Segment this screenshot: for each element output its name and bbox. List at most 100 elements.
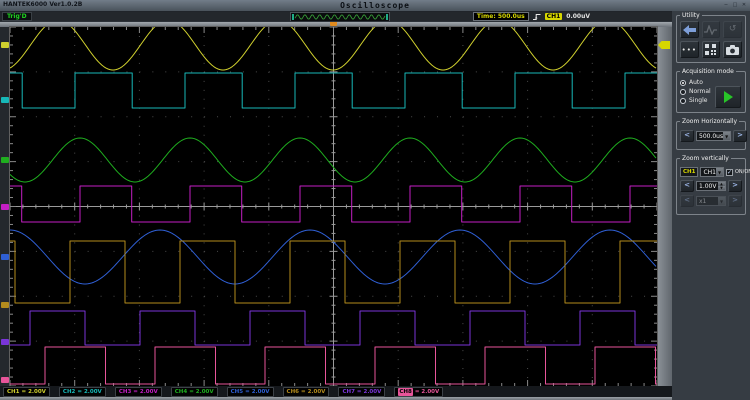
volts-spinner[interactable]: 1.00V ▲▼ (696, 181, 726, 191)
radio-label: Auto (689, 79, 703, 86)
channel-readout: 2.00V (28, 388, 46, 396)
channel-readout: = (77, 388, 82, 396)
channel-readout: CH4 (175, 388, 187, 396)
channel-onoff-label: ON/OFF (735, 169, 750, 175)
timebase-decrease-button[interactable]: < (680, 130, 694, 142)
zoom-vertical-label: Zoom vertically (680, 155, 731, 162)
timebase-value: 500.0us (697, 133, 723, 140)
channel-readout: = (245, 388, 250, 396)
channel-readout: = (133, 388, 138, 396)
undo-button[interactable]: ↺ (723, 21, 742, 38)
acquisition-group-label: Acquisition mode (680, 68, 736, 75)
radio-normal[interactable]: Normal (680, 88, 714, 95)
trigger-level-marker[interactable] (658, 41, 670, 49)
channel-readout: 2.00V (364, 388, 382, 396)
back-arrow-icon (683, 25, 696, 35)
probe-decrease-button[interactable]: < (680, 195, 694, 207)
channel-select[interactable]: CH1 ▼ (700, 167, 724, 177)
channel-readout: CH6 (287, 388, 299, 396)
trigger-source-badge[interactable]: CH1 (545, 13, 563, 20)
channel-badge-ch8[interactable]: CH8=2.00V (394, 387, 443, 397)
maximize-icon[interactable]: □ (732, 2, 738, 8)
ch7-ground-marker[interactable] (1, 339, 9, 345)
channel-badge-ch5[interactable]: CH5=2.00V (227, 387, 274, 397)
channel-readout: CH2 (63, 388, 75, 396)
channel-readout: 2.00V (421, 388, 439, 396)
channel-readout: = (357, 388, 362, 396)
channel-readout: = (21, 388, 26, 396)
trigger-level-readout: 0.00uV (566, 13, 590, 20)
channel-badge-ch7[interactable]: CH7=2.00V (338, 387, 385, 397)
zoom-vertical-group: Zoom vertically CH1 CH1 ▼ ✓ ON/OFF < 1.0… (676, 158, 746, 215)
zoom-horizontal-label: Zoom Horizontally (680, 118, 739, 125)
channel-status-bar: CH1=2.00VCH2=2.00VCH3=2.00VCH4=2.00VCH5=… (0, 386, 672, 397)
channel-badge-ch4[interactable]: CH4=2.00V (171, 387, 218, 397)
utility-group-label: Utility (680, 12, 702, 19)
trigger-status: Trig'D (2, 12, 32, 21)
qrcode-icon (705, 44, 716, 55)
waveform-button[interactable] (702, 21, 721, 38)
volts-decrease-button[interactable]: < (680, 180, 694, 192)
channel-readout: 2.00V (84, 388, 102, 396)
ch5-ground-marker[interactable] (1, 254, 9, 260)
acquisition-group: Acquisition mode Auto Normal Single (676, 71, 746, 113)
run-stop-button[interactable] (715, 86, 741, 108)
undo-icon: ↺ (729, 25, 737, 34)
channel-readout: CH3 (119, 388, 131, 396)
ch1-ground-marker[interactable] (1, 42, 9, 48)
waveform-icon (704, 25, 717, 35)
channel-readout: = (415, 388, 420, 396)
radio-icon (680, 98, 686, 104)
radio-icon (680, 89, 686, 95)
radio-single[interactable]: Single (680, 97, 714, 104)
channel-select-value: CH1 (701, 169, 716, 176)
close-icon[interactable]: ✕ (741, 2, 747, 8)
timebase-select[interactable]: 500.0us ▼ (696, 131, 731, 141)
channel-badge-ch3[interactable]: CH3=2.00V (115, 387, 162, 397)
control-sidebar: Utility ↺ ••• (672, 11, 750, 400)
channel-onoff-checkbox[interactable]: ✓ (726, 169, 733, 176)
ch3-ground-marker[interactable] (1, 204, 9, 210)
channel-badge-ch2[interactable]: CH2=2.00V (59, 387, 106, 397)
probe-increase-button[interactable]: > (728, 195, 742, 207)
ch4-ground-marker[interactable] (1, 157, 9, 163)
vertical-scrollbar[interactable] (658, 27, 672, 386)
timebase-increase-button[interactable]: > (733, 130, 747, 142)
more-button[interactable]: ••• (680, 41, 699, 58)
qrcode-button[interactable] (702, 41, 721, 58)
page-title: Oscilloscope (0, 1, 750, 10)
volts-increase-button[interactable]: > (728, 180, 742, 192)
ch6-ground-marker[interactable] (1, 302, 9, 308)
scope-display (9, 26, 658, 387)
ch8-ground-marker[interactable] (1, 377, 9, 383)
ch2-ground-marker[interactable] (1, 97, 9, 103)
title-bar: HANTEK6000 Ver1.0.2B Oscilloscope ─ □ ✕ (0, 0, 750, 12)
back-button[interactable] (680, 21, 699, 38)
channel-readout: = (189, 388, 194, 396)
spinner-arrows[interactable]: ▲▼ (718, 182, 725, 190)
channel-readout: 2.00V (140, 388, 158, 396)
screenshot-button[interactable] (723, 41, 742, 58)
radio-label: Normal (689, 88, 711, 95)
channel-badge-ch1[interactable]: CH1=2.00V (3, 387, 50, 397)
radio-auto[interactable]: Auto (680, 79, 714, 86)
volts-value: 1.00V (697, 183, 718, 190)
active-channel-chip: CH1 (680, 167, 698, 177)
channel-readout: CH8 (398, 388, 412, 396)
chevron-down-icon[interactable]: ▼ (716, 168, 723, 176)
channel-readout: 2.00V (252, 388, 270, 396)
channel-readout: 2.00V (196, 388, 214, 396)
channel-readout: CH5 (231, 388, 243, 396)
channel-readout: 2.00V (308, 388, 326, 396)
channel-badge-ch6[interactable]: CH6=2.00V (283, 387, 330, 397)
probe-value: x1 (697, 198, 718, 205)
ellipsis-icon: ••• (682, 47, 697, 53)
chevron-down-icon[interactable]: ▼ (723, 132, 730, 140)
play-icon (724, 91, 733, 103)
trigger-edge-icon (533, 13, 541, 21)
minimize-icon[interactable]: ─ (723, 2, 729, 8)
probe-select[interactable]: x1 ▼ (696, 196, 726, 206)
toolbar: Trig'D Time: 500.0us CH1 0.00uV (0, 12, 672, 21)
chevron-down-icon[interactable]: ▼ (718, 197, 725, 205)
timebase-readout: Time: 500.0us (473, 12, 529, 21)
